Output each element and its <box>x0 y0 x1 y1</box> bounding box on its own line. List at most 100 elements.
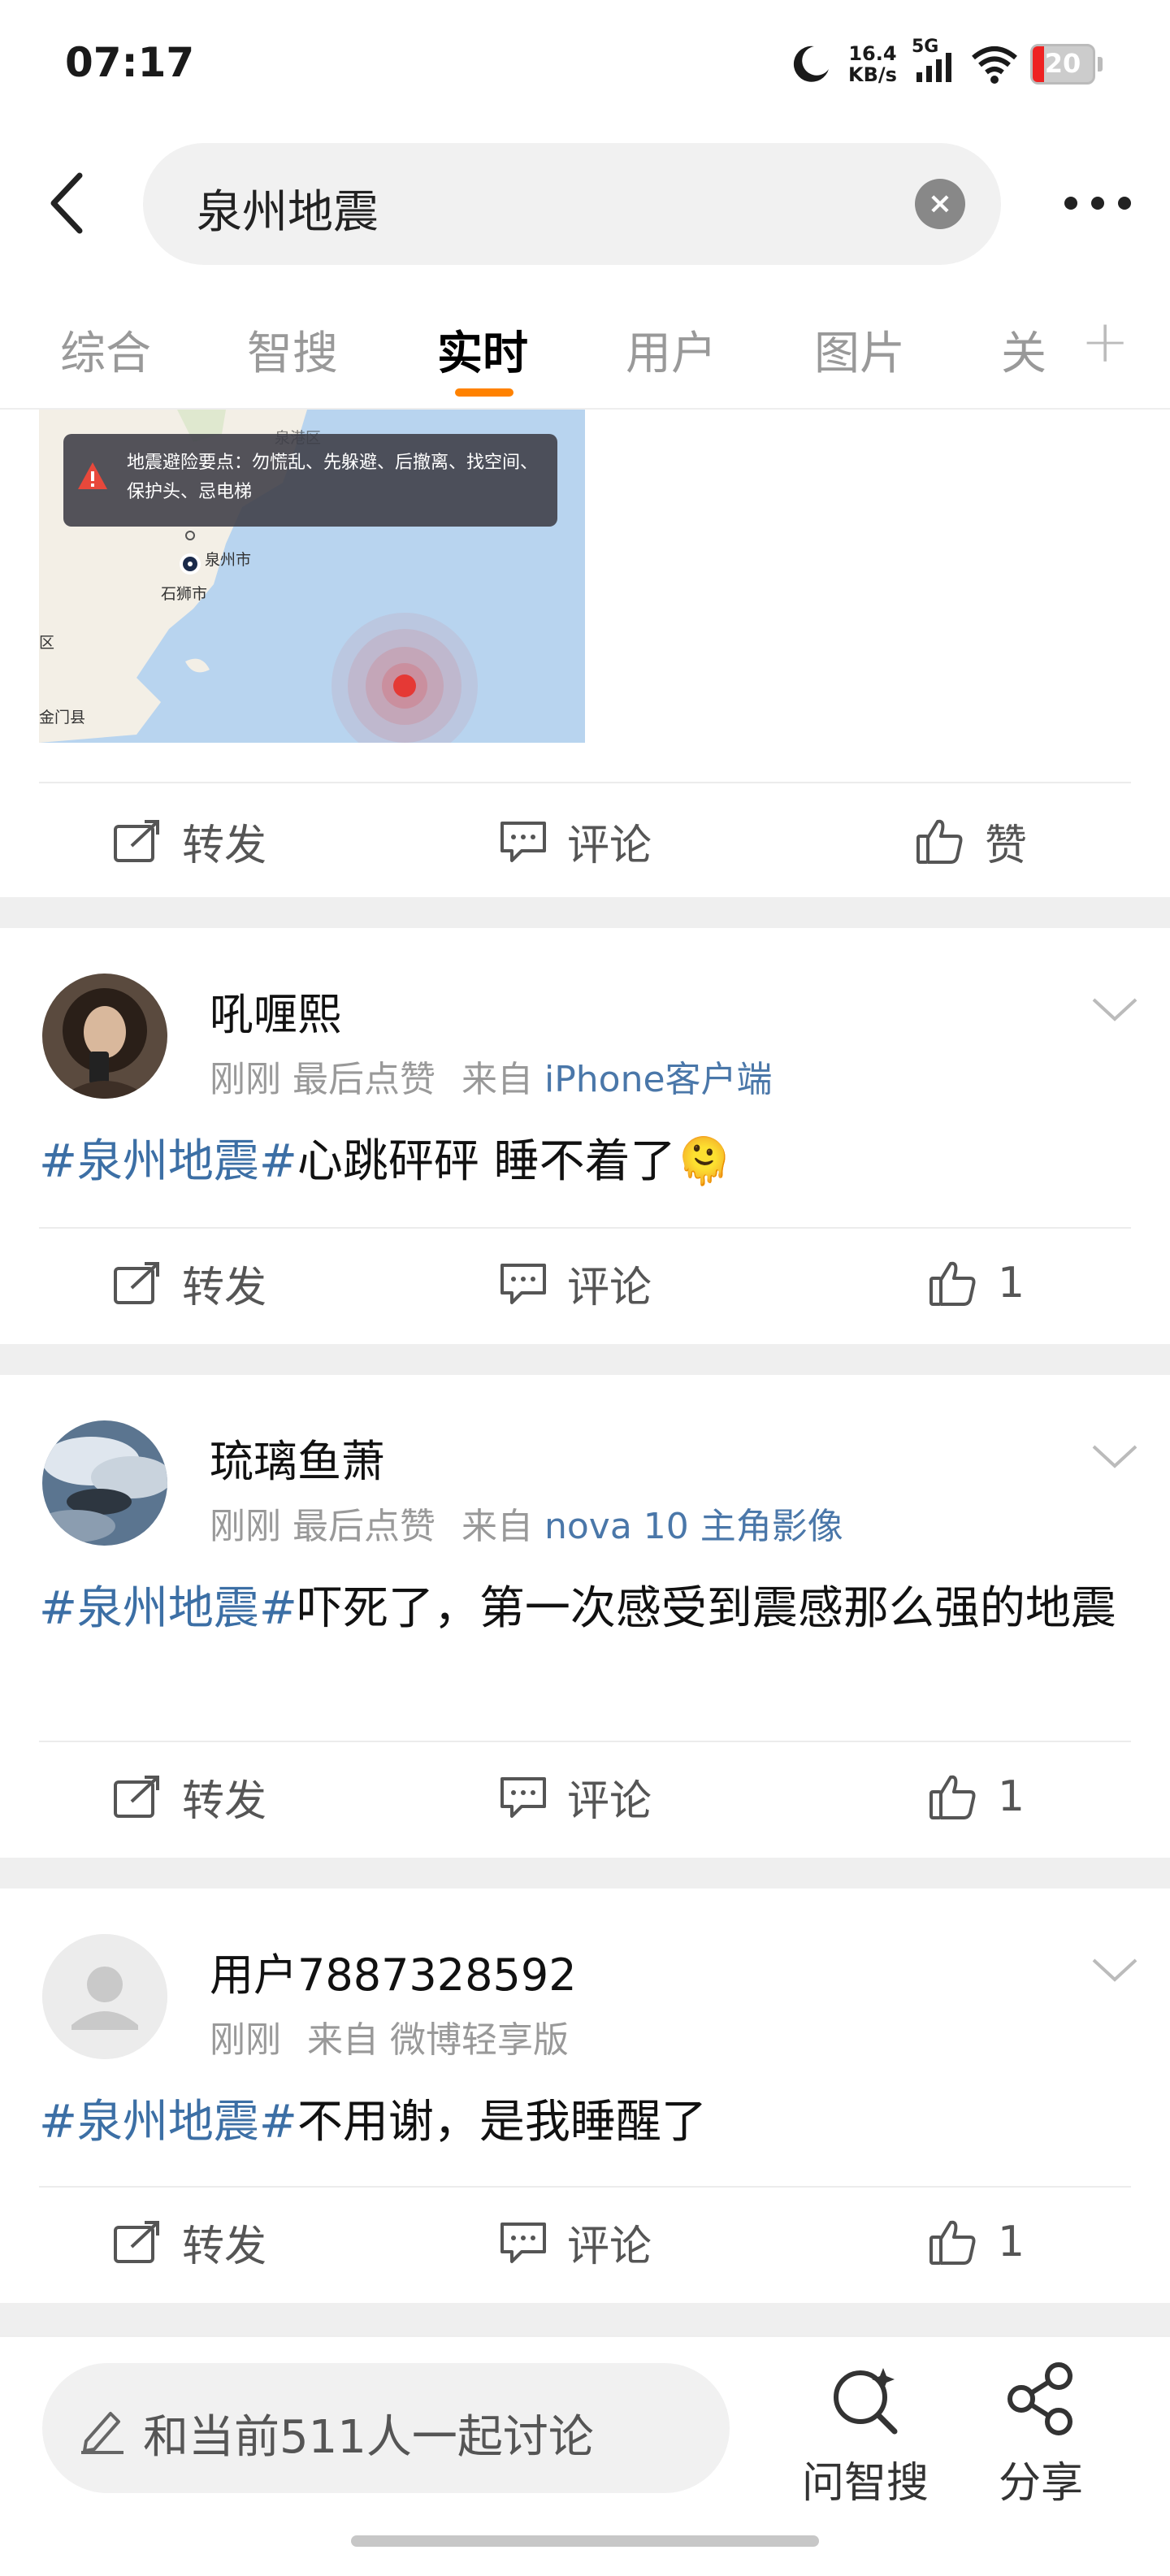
like-label: 赞 <box>985 821 1028 870</box>
like-button[interactable]: 1 <box>928 1770 1025 1824</box>
earthquake-map[interactable]: 泉州市 石狮市 金门县 区 泉港区 地震避险要点：勿慌乱、先躲避、后撤离、找空间… <box>39 410 585 743</box>
tab-smart-search[interactable]: 智搜 <box>247 317 338 383</box>
post-action-bar: 转发 评论 1 <box>78 1752 1094 1841</box>
username[interactable]: 琉璃鱼萧 <box>210 1425 385 1490</box>
comment-button[interactable]: 评论 <box>499 814 652 870</box>
hashtag-link[interactable]: #泉州地震# <box>39 2096 297 2149</box>
divider <box>39 1227 1131 1229</box>
post-separator <box>0 2303 1170 2335</box>
username[interactable]: 吼喱熙 <box>210 978 341 1043</box>
tab-realtime[interactable]: 实时 <box>437 317 528 383</box>
warning-icon <box>78 462 107 489</box>
battery-icon: 20 <box>1029 44 1103 85</box>
search-query: 泉州地震 <box>197 186 379 239</box>
more-icon <box>1064 197 1131 210</box>
post-separator <box>0 1344 1170 1375</box>
chevron-down-icon[interactable] <box>1090 1440 1139 1472</box>
avatar[interactable] <box>42 1934 167 2059</box>
post-action-bar: 转发 评论 1 <box>78 1238 1094 1328</box>
clear-icon[interactable]: × <box>915 179 965 229</box>
comment-button[interactable]: 评论 <box>499 2215 652 2271</box>
chevron-down-icon[interactable] <box>1090 1954 1139 1986</box>
comment-button[interactable]: 评论 <box>499 1256 652 1312</box>
comment-label: 评论 <box>567 1776 652 1826</box>
tab-users[interactable]: 用户 <box>626 317 717 383</box>
home-indicator[interactable] <box>351 2535 819 2547</box>
ask-search-icon <box>834 2368 898 2435</box>
repost-button[interactable]: 转发 <box>112 814 266 870</box>
tab-bar: 综合 智搜 实时 用户 图片 关 + <box>0 301 1170 410</box>
comment-button[interactable]: 评论 <box>499 1770 652 1826</box>
username[interactable]: 用户7887328592 <box>210 1939 577 2003</box>
repost-icon <box>114 2221 159 2263</box>
comment-icon <box>500 2223 546 2263</box>
tab-more[interactable]: 关 <box>1001 317 1046 383</box>
avatar[interactable] <box>42 1420 167 1546</box>
post-source[interactable]: iPhone客户端 <box>544 1059 773 1100</box>
cell-signal-icon: 5G <box>912 37 957 87</box>
status-bar: 07:17 16.4 KB/s 5G 20 <box>0 0 1170 122</box>
pencil-icon <box>81 2412 124 2454</box>
alert-text: 地震避险要点：勿慌乱、先躲避、后撤离、找空间、保护头、忌电梯 <box>127 453 539 502</box>
post-source[interactable]: nova 10 主角影像 <box>544 1506 843 1547</box>
from-label: 来自 <box>462 1506 533 1547</box>
repost-icon <box>114 1776 159 1818</box>
thumbs-up-icon <box>916 819 963 864</box>
like-button[interactable]: 赞 <box>915 814 1027 870</box>
thumbs-up-icon <box>930 1261 976 1306</box>
from-label: 来自 <box>462 1059 533 1100</box>
share-button[interactable]: 分享 <box>972 2360 1110 2509</box>
map-label-quanzhou: 泉州市 <box>205 551 252 569</box>
hashtag-link[interactable]: #泉州地震# <box>39 1582 297 1635</box>
comment-icon <box>500 1777 546 1818</box>
ask-smart-search-button[interactable]: 问智搜 <box>796 2360 934 2509</box>
post-time: 刚刚 <box>210 2019 281 2061</box>
tab-comprehensive[interactable]: 综合 <box>60 317 151 383</box>
post-meta: 刚刚 最后点赞 来自 nova 10 主角影像 <box>210 1497 843 1549</box>
post-meta: 刚刚 最后点赞 来自 iPhone客户端 <box>210 1050 773 1102</box>
post-source[interactable]: 微博轻享版 <box>390 2019 569 2061</box>
wifi-icon <box>972 46 1017 84</box>
ask-label: 问智搜 <box>801 2459 929 2508</box>
post-meta: 刚刚 来自 微博轻享版 <box>210 2010 569 2062</box>
repost-button[interactable]: 转发 <box>112 1256 266 1312</box>
post-time: 刚刚 <box>210 1506 281 1547</box>
discuss-input[interactable]: 和当前511人一起讨论 <box>42 2363 730 2493</box>
comment-label: 评论 <box>567 2222 652 2271</box>
discuss-placeholder: 和当前511人一起讨论 <box>143 2411 594 2464</box>
divider <box>39 782 1131 783</box>
back-button[interactable] <box>46 171 94 236</box>
more-button[interactable] <box>1061 179 1134 228</box>
tab-images[interactable]: 图片 <box>814 317 905 383</box>
status-icons: 16.4 KB/s 5G 20 <box>790 36 1103 93</box>
thumbs-up-icon <box>930 1775 976 1819</box>
like-button[interactable]: 1 <box>928 2215 1025 2269</box>
comment-icon <box>500 1264 546 1304</box>
post-text: #泉州地震#不用谢，是我睡醒了 <box>39 2090 1131 2155</box>
comment-label: 评论 <box>567 821 652 870</box>
speed-unit: KB/s <box>848 63 897 86</box>
moon-icon <box>793 46 829 82</box>
avatar[interactable] <box>42 974 167 1099</box>
repost-icon <box>114 1262 159 1304</box>
repost-label: 转发 <box>182 1776 267 1826</box>
earthquake-safety-alert: 地震避险要点：勿慌乱、先躲避、后撤离、找空间、保护头、忌电梯 <box>63 434 557 527</box>
post-action-bar: 转发 评论 1 <box>78 2197 1094 2287</box>
repost-button[interactable]: 转发 <box>112 1770 266 1826</box>
repost-label: 转发 <box>182 1263 267 1312</box>
post-time: 刚刚 <box>210 1059 281 1100</box>
map-label-shishi: 石狮市 <box>161 585 208 603</box>
divider <box>39 2186 1131 2188</box>
like-button[interactable]: 1 <box>928 1256 1025 1310</box>
post-card: 琉璃鱼萧 刚刚 最后点赞 来自 nova 10 主角影像 #泉州地震#吓死了，第… <box>0 1375 1170 1858</box>
add-tab-icon[interactable]: + <box>1081 307 1129 375</box>
repost-button[interactable]: 转发 <box>112 2215 266 2271</box>
post-card: 吼喱熙 刚刚 最后点赞 来自 iPhone客户端 #泉州地震#心跳砰砰 睡不着了… <box>0 928 1170 1344</box>
liked-note: 最后点赞 <box>292 1059 436 1100</box>
repost-icon <box>114 820 159 862</box>
chevron-down-icon[interactable] <box>1090 993 1139 1026</box>
hashtag-link[interactable]: #泉州地震# <box>39 1135 297 1188</box>
melting-face-emoji: 🫠 <box>675 1135 733 1188</box>
search-input[interactable]: 泉州地震 × <box>143 143 1001 265</box>
post-card: 用户7887328592 刚刚 来自 微博轻享版 #泉州地震#不用谢，是我睡醒了… <box>0 1889 1170 2303</box>
